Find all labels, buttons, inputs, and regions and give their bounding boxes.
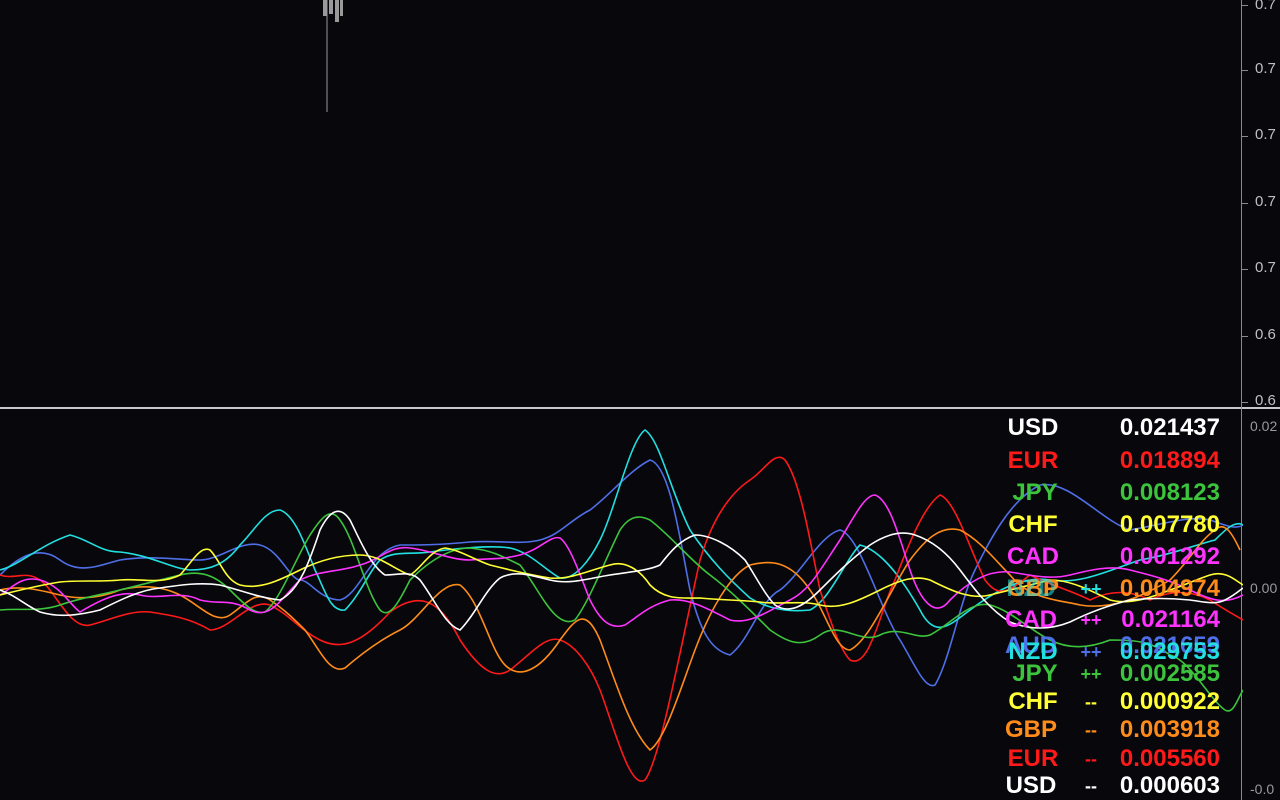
currency-label: USD [1007, 414, 1059, 441]
strength-value: 0.008123 [1119, 479, 1220, 506]
legend-row: JPY ++ 0.002585 [0, 660, 1243, 688]
strength-value: 0.000603 [1119, 772, 1220, 799]
strength-value: 0.000922 [1119, 688, 1220, 715]
legend-row: CAD 0.001292 [0, 543, 1243, 571]
currency-label: CAD [1005, 606, 1057, 633]
candle-body [329, 0, 333, 14]
price-tick [1242, 203, 1248, 204]
price-tick [1242, 5, 1248, 6]
legend-row: EUR 0.018894 [0, 447, 1243, 475]
price-tick [1242, 336, 1248, 337]
legend-row: USD 0.021437 [0, 414, 1243, 442]
indicator-axis-zero-label: 0.00 [1250, 580, 1278, 596]
price-chart-pane[interactable] [0, 0, 1243, 407]
currency-label: USD [1005, 772, 1057, 799]
strength-value: 0.003918 [1119, 716, 1220, 743]
price-label: 0.6 [1255, 392, 1276, 409]
legend-row: NZD ++ [0, 575, 1243, 603]
currency-label: NZD [1006, 575, 1056, 602]
trend-mark: -- [1085, 720, 1097, 740]
strength-value: 0.001292 [1119, 543, 1220, 570]
price-tick [1242, 269, 1248, 270]
legend-row: EUR -- 0.005560 [0, 745, 1243, 773]
indicator-axis-max-label: 0.02 [1250, 418, 1278, 434]
price-label: 0.7 [1255, 0, 1276, 13]
candle-body [323, 0, 327, 16]
legend-row: JPY 0.008123 [0, 479, 1243, 507]
trend-mark: ++ [1080, 610, 1102, 630]
candle-body [335, 0, 339, 22]
currency-label: GBP [1004, 716, 1057, 743]
price-label: 0.6 [1255, 326, 1276, 343]
price-tick [1242, 402, 1248, 403]
currency-label: JPY [1012, 479, 1058, 506]
legend-row: CHF 0.007780 [0, 511, 1243, 539]
price-tick [1242, 70, 1248, 71]
currency-label: JPY [1012, 660, 1058, 687]
candle-body [340, 0, 343, 16]
price-label: 0.7 [1255, 126, 1276, 143]
strength-value: 0.005560 [1119, 745, 1220, 772]
strength-value: 0.002585 [1119, 660, 1220, 687]
price-label: 0.7 [1255, 193, 1276, 210]
strength-value: 0.021437 [1119, 414, 1220, 441]
price-tick [1242, 136, 1248, 137]
trend-mark: ++ [1080, 579, 1102, 599]
currency-label: EUR [1007, 745, 1059, 772]
trend-mark: -- [1085, 776, 1097, 796]
price-chart-canvas [323, 0, 343, 112]
legend-row: CAD ++ 0.021164 [0, 606, 1243, 634]
legend-row: GBP -- 0.003918 [0, 716, 1243, 744]
legend-row: CHF -- 0.000922 [0, 688, 1243, 716]
price-label: 0.7 [1255, 60, 1276, 77]
currency-label: CAD [1007, 543, 1059, 570]
currency-label: CHF [1008, 688, 1058, 715]
legend-row: USD -- 0.000603 [0, 772, 1243, 800]
strength-value: 0.007780 [1119, 511, 1220, 538]
strength-value: 0.018894 [1119, 447, 1220, 474]
strength-value: 0.021164 [1121, 606, 1220, 633]
indicator-axis-min-label: -0.0 [1250, 781, 1275, 797]
trend-mark: ++ [1080, 664, 1102, 684]
price-label: 0.7 [1255, 259, 1276, 276]
pane-separator[interactable] [0, 407, 1280, 409]
trend-mark: -- [1085, 749, 1097, 769]
currency-label: EUR [1007, 447, 1059, 474]
trend-mark: -- [1085, 692, 1097, 712]
currency-label: CHF [1008, 511, 1058, 538]
